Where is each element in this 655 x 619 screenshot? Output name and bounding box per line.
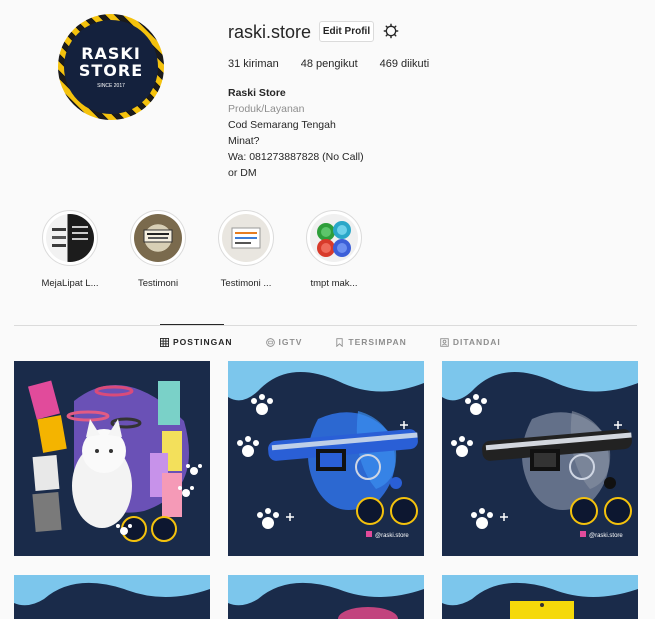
bio-line-2: Minat? xyxy=(228,135,260,147)
highlight-cover xyxy=(310,214,358,262)
post-image xyxy=(228,575,424,619)
profile-avatar[interactable]: RASKI STORE SINCE 2017 xyxy=(58,14,164,120)
tab-tagged[interactable]: DITANDAI xyxy=(440,337,501,347)
profile-bio: Raski Store Produk/Layanan Cod Semarang … xyxy=(228,85,364,181)
highlight-label: tmpt mak... xyxy=(310,278,358,289)
following-link[interactable]: 469 diikuti xyxy=(380,58,430,70)
tab-igtv[interactable]: IGTV xyxy=(265,337,303,347)
post-image: @raski.store xyxy=(228,361,424,539)
bio-line-4: or DM xyxy=(228,167,257,179)
highlight-cover xyxy=(222,214,270,262)
post-image xyxy=(442,575,638,619)
highlight-cover xyxy=(134,214,182,262)
tab-saved[interactable]: TERSIMPAN xyxy=(335,337,406,347)
tab-igtv-label: IGTV xyxy=(278,337,303,347)
highlight-label: MejaLipat L... xyxy=(41,278,99,289)
avatar-text-1: RASKI xyxy=(81,44,141,63)
bio-line-3: Wa: 081273887828 (No Call) xyxy=(228,151,364,163)
tab-tagged-label: DITANDAI xyxy=(452,337,501,347)
highlight-label: Testimoni xyxy=(137,278,179,289)
bio-category: Produk/Layanan xyxy=(228,103,305,115)
tagged-user-icon xyxy=(440,337,449,347)
tab-saved-label: TERSIMPAN xyxy=(348,337,407,347)
active-tab-indicator xyxy=(160,324,224,325)
post-thumbnail[interactable] xyxy=(228,575,424,619)
followers-link[interactable]: 48 pengikut xyxy=(301,58,358,70)
tabs-divider xyxy=(14,325,637,326)
avatar-text-2: STORE xyxy=(78,61,144,80)
grid-icon xyxy=(160,337,169,347)
tab-posts[interactable]: POSTINGAN xyxy=(160,337,233,347)
highlight-item[interactable]: tmpt mak... xyxy=(290,210,378,289)
story-highlights: MejaLipat L... Testimoni Testimoni ... t… xyxy=(26,210,378,289)
bookmark-icon xyxy=(336,337,344,347)
igtv-icon xyxy=(265,337,275,347)
posts-count: 31 kiriman xyxy=(228,58,279,70)
highlight-item[interactable]: Testimoni ... xyxy=(202,210,290,289)
profile-stats: 31 kiriman 48 pengikut 469 diikuti xyxy=(228,58,429,70)
profile-username: raski.store xyxy=(228,22,312,42)
post-image xyxy=(14,575,210,606)
post-image: @raski.store xyxy=(442,361,638,539)
tab-posts-label: POSTINGAN xyxy=(173,337,233,347)
bio-line-1: Cod Semarang Tengah xyxy=(228,119,336,131)
post-thumbnail[interactable] xyxy=(442,575,638,619)
highlight-item[interactable]: Testimoni xyxy=(114,210,202,289)
post-thumbnail[interactable]: @raski.store xyxy=(442,361,638,556)
bio-name: Raski Store xyxy=(228,87,286,99)
edit-profile-button[interactable]: Edit Profil xyxy=(319,21,374,42)
highlight-label: Testimoni ... xyxy=(220,278,272,289)
post-caption: @raski.store xyxy=(589,533,623,539)
avatar-logo: RASKI STORE SINCE 2017 xyxy=(64,20,158,114)
post-image xyxy=(28,380,202,542)
post-thumbnail[interactable]: @raski.store xyxy=(228,361,424,556)
post-thumbnail[interactable] xyxy=(14,361,210,556)
avatar-small-text: SINCE 2017 xyxy=(97,83,125,89)
settings-gear-icon[interactable] xyxy=(383,23,399,39)
post-caption: @raski.store xyxy=(375,533,409,539)
highlight-item[interactable]: MejaLipat L... xyxy=(26,210,114,289)
highlight-cover xyxy=(46,214,94,262)
post-thumbnail[interactable] xyxy=(14,575,210,619)
profile-tabs: POSTINGAN IGTV TERSIMPAN DITANDAI xyxy=(160,337,501,347)
